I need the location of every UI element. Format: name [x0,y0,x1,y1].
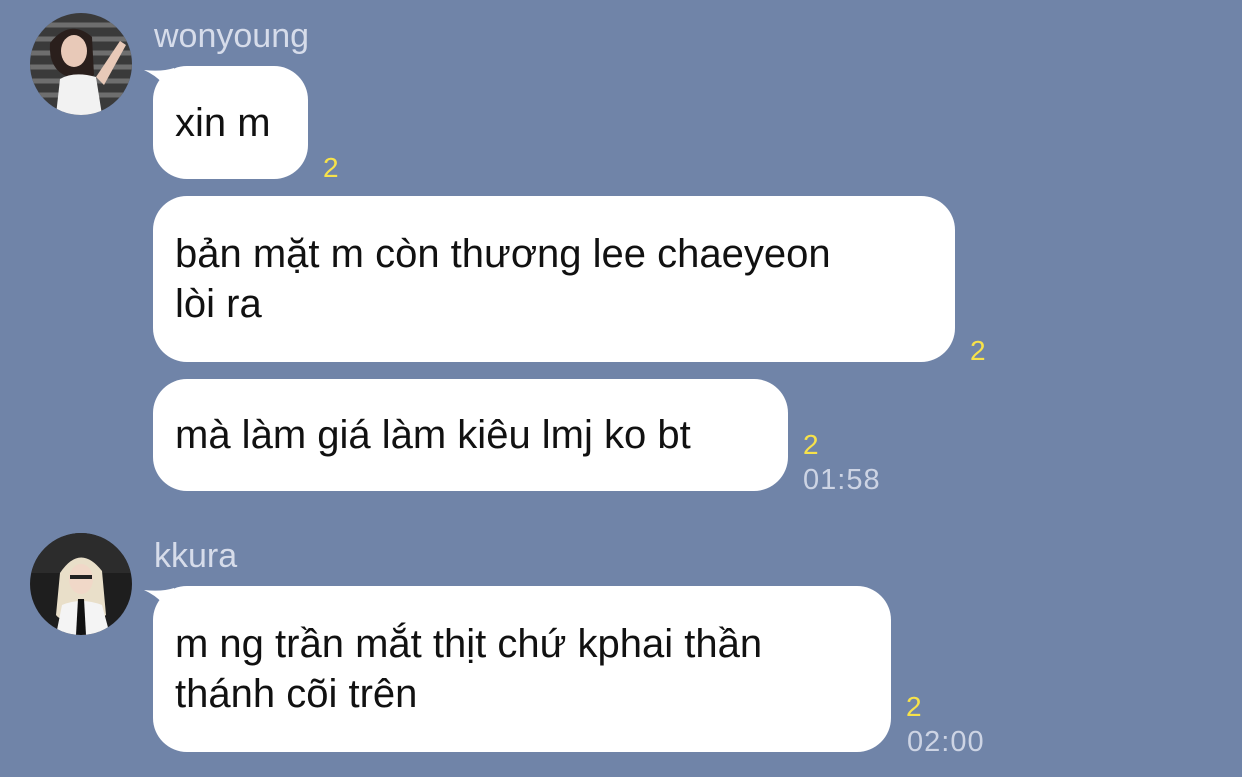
read-count: 2 [906,691,922,722]
read-count: 2 [970,335,986,366]
avatar-wonyoung[interactable] [30,13,132,115]
profile-photo-icon [30,13,132,115]
message-bubble[interactable]: m ng trần mắt thịt chứ kphai thần thánh … [153,586,891,752]
message-bubble[interactable]: xin m [153,66,308,179]
message-text: bản mặt m còn thương lee chaeyeon lòi ra [175,232,831,326]
read-count: 2 [323,152,339,183]
sender-name: wonyoung [154,17,310,55]
message-timestamp: 02:00 [907,726,985,758]
message-text: mà làm giá làm kiêu lmj ko bt [175,413,691,457]
sender-name: kkura [154,537,238,575]
message-text: xin m [175,100,271,145]
message-bubble[interactable]: mà làm giá làm kiêu lmj ko bt [153,379,788,491]
profile-photo-icon [30,533,132,635]
message-bubble[interactable]: bản mặt m còn thương lee chaeyeon lòi ra [153,196,955,362]
message-text: m ng trần mắt thịt chứ kphai thần thánh … [175,622,763,716]
message-timestamp: 01:58 [803,464,881,496]
read-count: 2 [803,429,819,460]
avatar-kkura[interactable] [30,533,132,635]
